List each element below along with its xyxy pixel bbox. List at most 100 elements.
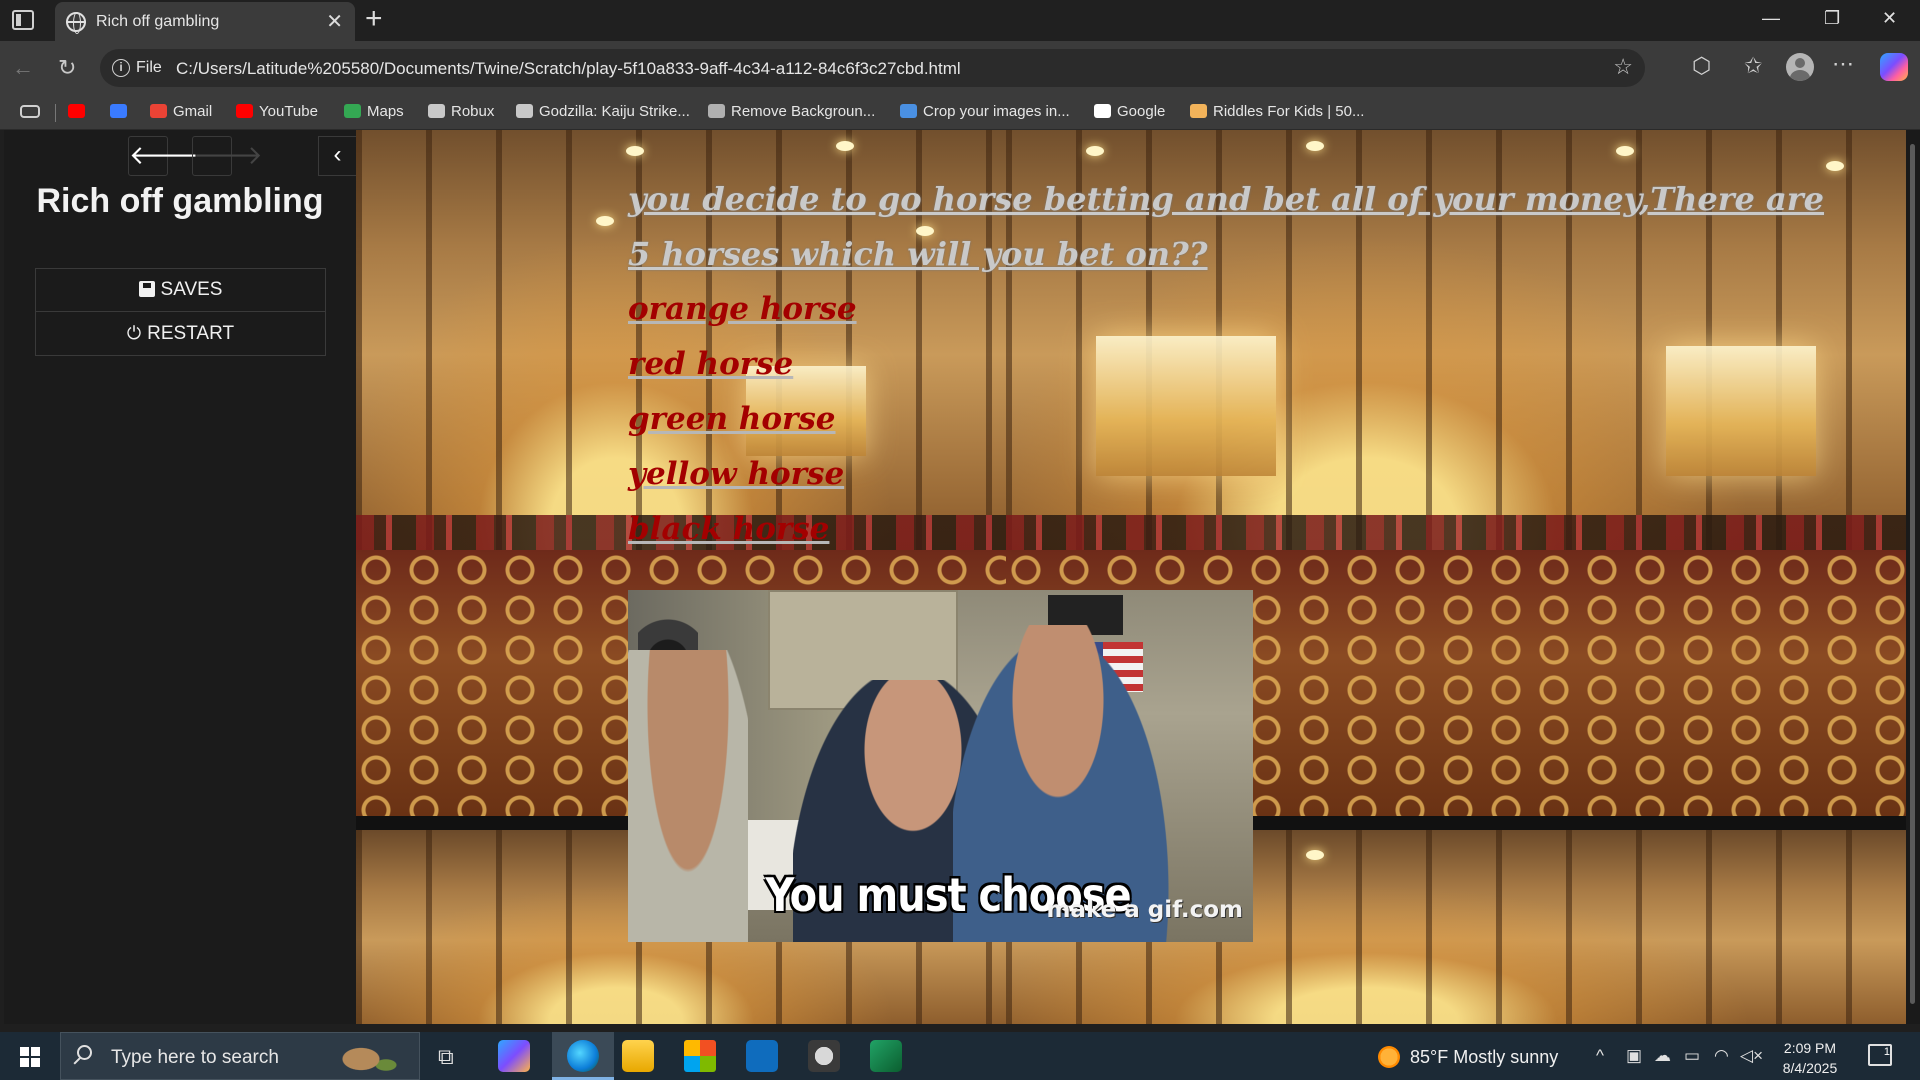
browser-tab-active[interactable]: Rich off gambling ✕ <box>55 2 355 41</box>
save-disk-icon <box>138 281 155 297</box>
bookmark-item[interactable]: Remove Backgroun... <box>708 103 875 120</box>
youtube-icon <box>236 104 253 118</box>
task-view-icon[interactable]: ⧉ <box>438 1044 454 1070</box>
bookmarks-divider <box>55 104 56 122</box>
choice-orange-horse[interactable]: orange horse <box>628 282 1828 337</box>
chevron-up-icon[interactable]: ^ <box>1596 1046 1604 1066</box>
bookmark-item[interactable]: Google <box>1094 103 1165 120</box>
favorite-star-icon[interactable]: ☆ <box>1613 54 1633 80</box>
clock-time: 2:09 PM <box>1783 1040 1837 1056</box>
weather-widget[interactable]: 85°F Mostly sunny <box>1378 1046 1558 1068</box>
microsoft-store-icon[interactable] <box>684 1040 716 1072</box>
restart-label: RESTART <box>147 323 235 344</box>
file-explorer-icon[interactable] <box>622 1040 654 1072</box>
weather-text: 85°F Mostly sunny <box>1410 1047 1559 1067</box>
bookmark-label: Gmail <box>173 103 213 120</box>
bookmark-item[interactable]: Gmail <box>150 103 212 120</box>
bookmark-item[interactable] <box>110 103 133 120</box>
windows-taskbar: Type here to search ⧉ 85°F Mostly sunny … <box>0 1032 1920 1080</box>
favorites-icon[interactable]: ✩ <box>1744 53 1762 79</box>
sun-weather-icon <box>1378 1046 1400 1068</box>
clock-date: 8/4/2025 <box>1782 1060 1838 1076</box>
bookmark-item[interactable]: Godzilla: Kaiju Strike... <box>516 103 690 120</box>
bookmark-label: Riddles For Kids | 50... <box>1213 103 1365 120</box>
minimize-button[interactable]: — <box>1762 8 1780 29</box>
story-title: Rich off gambling <box>36 182 324 220</box>
bookmark-label: Google <box>1117 103 1166 120</box>
onedrive-icon[interactable]: ☁ <box>1654 1046 1671 1066</box>
search-icon <box>77 1045 92 1060</box>
bookmarks-bar: Gmail YouTube Maps Robux Godzilla: Kaiju Str… <box>0 94 1920 130</box>
notification-center-icon[interactable]: 1 <box>1868 1044 1892 1066</box>
roblox-icon <box>428 104 445 118</box>
bookmark-item[interactable]: Maps <box>344 103 404 120</box>
heart-icon <box>900 104 917 118</box>
collections-icon[interactable] <box>20 105 40 118</box>
meet-now-icon[interactable]: ▣ <box>1626 1046 1642 1066</box>
choice-black-horse[interactable]: black horse <box>628 502 1828 557</box>
profile-avatar[interactable] <box>1786 53 1814 81</box>
new-tab-button[interactable]: + <box>365 2 383 36</box>
restart-button[interactable]: ⏻ RESTART <box>36 312 325 355</box>
bookmark-item[interactable]: YouTube <box>236 103 318 120</box>
outlook-icon[interactable] <box>746 1040 778 1072</box>
extensions-icon[interactable]: ⬡ <box>1692 53 1711 79</box>
address-bar[interactable]: i File C:/Users/Latitude%205580/Document… <box>100 49 1645 87</box>
bookmark-label: Godzilla: Kaiju Strike... <box>539 103 690 120</box>
owl-search-highlight-icon <box>331 1035 401 1079</box>
tab-actions-icon[interactable] <box>12 10 34 30</box>
more-menu-icon[interactable]: ⋯ <box>1832 51 1854 77</box>
gimp-icon[interactable] <box>808 1040 840 1072</box>
edge-browser-icon[interactable] <box>567 1040 599 1072</box>
story-passage: you decide to go horse betting and bet a… <box>628 172 1828 557</box>
network-icon[interactable]: ◠ <box>1714 1046 1729 1066</box>
gmail-icon <box>150 104 167 118</box>
sidebar-collapse-button[interactable]: ‹ <box>318 136 356 176</box>
scrollbar-thumb[interactable] <box>1910 144 1915 1004</box>
bookmark-item[interactable]: Riddles For Kids | 50... <box>1190 103 1364 120</box>
edge-taskbar-active[interactable] <box>552 1032 614 1080</box>
app-green-icon[interactable] <box>870 1040 902 1072</box>
layers-icon <box>708 104 725 118</box>
choice-red-horse[interactable]: red horse <box>628 337 1828 392</box>
tab-title: Rich off gambling <box>96 13 220 30</box>
bookmark-label: Crop your images in... <box>923 103 1070 120</box>
story-menu: SAVES ⏻ RESTART <box>35 268 326 356</box>
restore-button[interactable]: ❐ <box>1824 8 1840 29</box>
bookmark-item[interactable]: Robux <box>428 103 494 120</box>
taskbar-clock[interactable]: 2:09 PM 8/4/2025 <box>1760 1038 1860 1078</box>
copilot-app-icon[interactable] <box>498 1040 530 1072</box>
close-window-button[interactable]: ✕ <box>1882 8 1897 29</box>
maps-pin-icon <box>344 104 361 118</box>
battery-icon[interactable]: ▭ <box>1684 1046 1700 1066</box>
address-url[interactable]: C:/Users/Latitude%205580/Documents/Twine… <box>176 59 961 79</box>
bookmark-label: YouTube <box>259 103 318 120</box>
globe-icon <box>66 12 86 34</box>
choice-yellow-horse[interactable]: yellow horse <box>628 447 1828 502</box>
page-scrollbar[interactable] <box>1906 130 1920 1024</box>
bookmark-label: Robux <box>451 103 495 120</box>
roblox-icon <box>110 104 127 118</box>
copilot-icon[interactable] <box>1880 53 1908 81</box>
history-back-button[interactable]: 🡐 <box>128 136 199 176</box>
bookmark-item[interactable]: Crop your images in... <box>900 103 1070 120</box>
windows-start-icon[interactable] <box>20 1047 40 1067</box>
back-arrow-icon[interactable]: ← <box>12 55 34 81</box>
saves-button[interactable]: SAVES <box>36 269 325 312</box>
you-must-choose-gif: You must choose make a gif.com <box>628 590 1253 942</box>
site-info-icon[interactable]: i <box>112 59 130 77</box>
taskbar-search-box[interactable]: Type here to search <box>60 1032 420 1080</box>
bookmark-label: Remove Backgroun... <box>731 103 876 120</box>
roblox-icon <box>516 104 533 118</box>
bookmark-item[interactable] <box>68 103 91 120</box>
passage-stage: you decide to go horse betting and bet a… <box>356 130 1906 1024</box>
power-icon: ⏻ <box>126 323 142 343</box>
tab-close-button[interactable]: ✕ <box>326 9 343 34</box>
riddles-icon <box>1190 104 1207 118</box>
story-sidebar: 🡐 🡒 ‹ Rich off gambling SAVES ⏻ RESTART <box>4 130 356 1024</box>
refresh-icon[interactable]: ↻ <box>58 55 76 81</box>
choice-green-horse[interactable]: green horse <box>628 392 1828 447</box>
history-forward-button[interactable]: 🡒 <box>192 136 263 176</box>
google-icon <box>1094 104 1111 118</box>
gif-watermark: make a gif.com <box>1046 897 1243 923</box>
